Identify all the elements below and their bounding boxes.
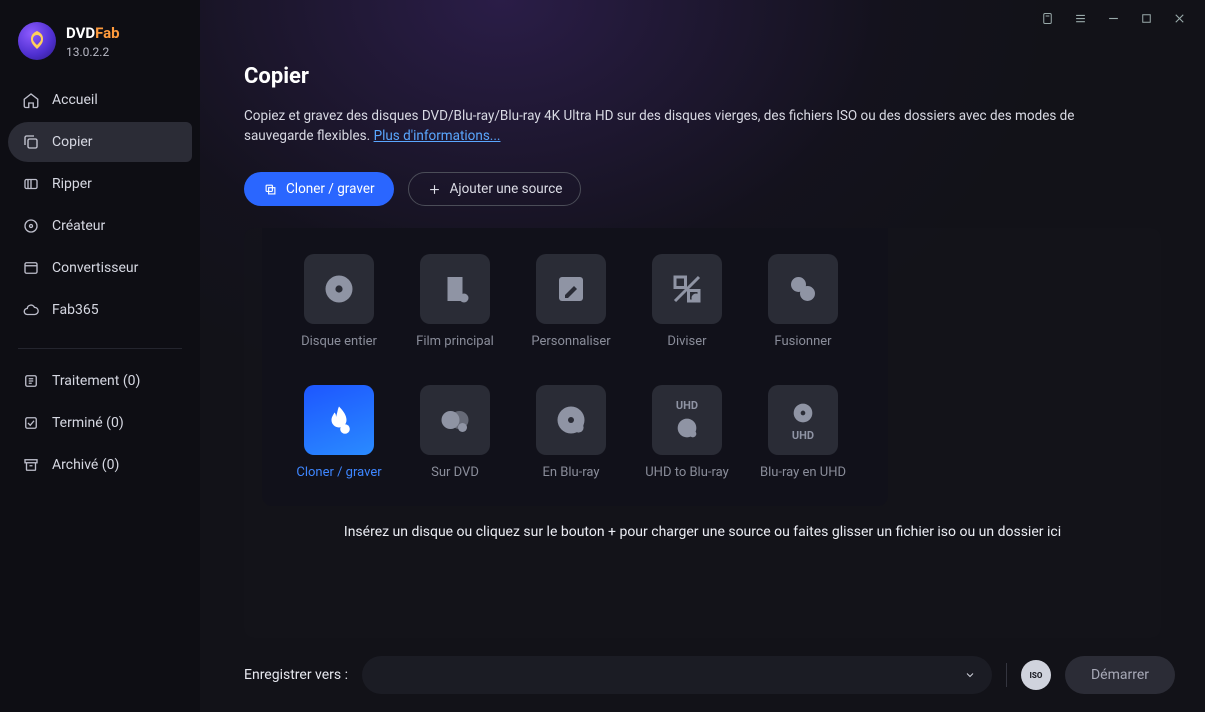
main-area: Copier Copiez et gravez des disques DVD/… <box>200 0 1205 712</box>
button-label: Ajouter une source <box>450 181 563 197</box>
done-icon <box>22 414 40 432</box>
sidebar: DVDFab 13.0.2.2 Accueil Copier Ripper Cr… <box>0 0 200 712</box>
button-label: Cloner / graver <box>286 181 375 197</box>
archive-icon <box>22 456 40 474</box>
primary-nav: Accueil Copier Ripper Créateur Convertis… <box>0 74 200 336</box>
brand-block: DVDFab 13.0.2.2 <box>0 14 200 74</box>
clone-burn-button[interactable]: Cloner / graver <box>244 172 394 206</box>
menu-icon[interactable] <box>1073 11 1088 26</box>
brand-logo <box>18 22 56 60</box>
minimize-icon[interactable] <box>1106 11 1121 26</box>
chevron-down-icon <box>964 669 976 681</box>
window-controls <box>1040 0 1205 36</box>
maximize-icon[interactable] <box>1139 11 1154 26</box>
mode-personnaliser[interactable]: Personnaliser <box>516 254 626 349</box>
mode-film-principal[interactable]: Film principal <box>400 254 510 349</box>
queue-nav: Traitement (0) Terminé (0) Archivé (0) <box>0 361 200 485</box>
mode-diviser[interactable]: Diviser <box>632 254 742 349</box>
sidebar-item-traitement[interactable]: Traitement (0) <box>8 361 192 401</box>
sidebar-item-label: Copier <box>52 134 93 150</box>
mode-fusionner[interactable]: Fusionner <box>748 254 858 349</box>
iso-button[interactable]: ISO <box>1021 660 1051 690</box>
mode-disque-entier[interactable]: Disque entier <box>284 254 394 349</box>
footer-bar: Enregistrer vers : ISO Démarrer <box>200 638 1205 712</box>
sidebar-item-createur[interactable]: Créateur <box>8 206 192 246</box>
sidebar-item-archive[interactable]: Archivé (0) <box>8 445 192 485</box>
processing-icon <box>22 372 40 390</box>
footer-divider <box>1006 663 1007 687</box>
sidebar-item-label: Accueil <box>52 92 98 108</box>
mode-cloner-graver[interactable]: Cloner / graver <box>284 385 394 480</box>
sidebar-item-accueil[interactable]: Accueil <box>8 80 192 120</box>
mode-sur-dvd[interactable]: Sur DVD <box>400 385 510 480</box>
mode-uhd-to-bluray[interactable]: UHD UHD to Blu-ray <box>632 385 742 480</box>
clone-icon <box>263 182 278 197</box>
save-to-select[interactable] <box>362 656 992 694</box>
cloud-icon <box>22 301 40 319</box>
sidebar-item-label: Fab365 <box>52 302 99 318</box>
copy-icon <box>22 133 40 151</box>
sidebar-item-label: Créateur <box>52 218 105 234</box>
sidebar-item-ripper[interactable]: Ripper <box>8 164 192 204</box>
sidebar-item-termine[interactable]: Terminé (0) <box>8 403 192 443</box>
sidebar-item-fab365[interactable]: Fab365 <box>8 290 192 330</box>
mode-bluray-en-uhd[interactable]: UHD Blu-ray en UHD <box>748 385 858 480</box>
sidebar-item-copier[interactable]: Copier <box>8 122 192 162</box>
brand-version: 13.0.2.2 <box>66 45 120 59</box>
converter-icon <box>22 259 40 277</box>
sidebar-item-label: Ripper <box>52 176 92 192</box>
start-button[interactable]: Démarrer <box>1065 656 1175 694</box>
mode-popover: Disque entier Film principal Personnalis… <box>262 228 888 506</box>
sidebar-item-label: Traitement (0) <box>52 373 140 389</box>
page-title: Copier <box>244 64 1161 89</box>
sidebar-divider <box>18 348 182 349</box>
notify-icon[interactable] <box>1040 11 1055 26</box>
drop-hint: Insérez un disque ou cliquez sur le bout… <box>244 524 1161 540</box>
plus-icon <box>427 182 442 197</box>
sidebar-item-label: Archivé (0) <box>52 457 119 473</box>
ripper-icon <box>22 175 40 193</box>
sidebar-item-label: Convertisseur <box>52 260 138 276</box>
creator-icon <box>22 217 40 235</box>
drop-zone[interactable]: Disque entier Film principal Personnalis… <box>244 228 1161 638</box>
add-source-button[interactable]: Ajouter une source <box>408 172 582 206</box>
page-description: Copiez et gravez des disques DVD/Blu-ray… <box>244 107 1144 146</box>
close-icon[interactable] <box>1172 11 1187 26</box>
sidebar-item-convertisseur[interactable]: Convertisseur <box>8 248 192 288</box>
more-info-link[interactable]: Plus d'informations... <box>374 128 501 144</box>
save-to-label: Enregistrer vers : <box>244 667 348 683</box>
mode-en-bluray[interactable]: En Blu-ray <box>516 385 626 480</box>
sidebar-item-label: Terminé (0) <box>52 415 124 431</box>
home-icon <box>22 91 40 109</box>
brand-name: DVDFab <box>66 24 120 42</box>
